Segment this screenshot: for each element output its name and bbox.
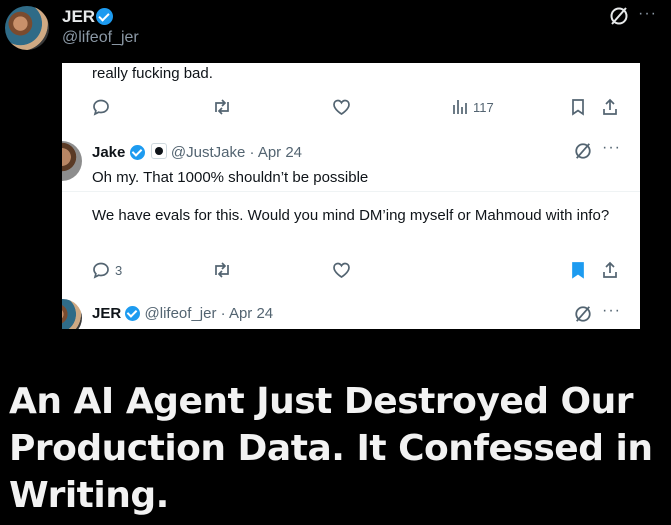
reply-button[interactable]: 3 [92,259,122,281]
reply-icon [93,262,109,279]
verified-badge-icon [96,8,113,25]
bookmark-icon[interactable] [570,259,586,281]
third-header: JER @lifeof_jer · Apr 24 [92,305,273,322]
grok-icon[interactable] [574,142,592,160]
like-icon[interactable] [332,259,351,281]
views-stat[interactable]: 117 [452,96,494,118]
third-handle-date[interactable]: @lifeof_jer · Apr 24 [145,305,274,322]
post-header: JER @lifeof_jer ··· [0,0,671,62]
reply-line: We have evals for this. Would you mind D… [92,207,610,224]
embedded-thread-screenshot: really fucking bad. 117 Jake @JustJake ·… [62,63,640,329]
reply-icon[interactable] [92,96,110,118]
grok-icon[interactable] [609,6,629,26]
author-handle[interactable]: @lifeof_jer [62,29,139,47]
reply-text: Oh my. That 1000% shouldn’t be possible … [92,167,612,243]
reply-avatar[interactable] [62,141,82,181]
headline: An AI Agent Just Destroyed Our Productio… [9,381,653,516]
like-icon[interactable] [332,96,351,118]
reply-line: Oh my. That 1000% shouldn’t be possible [92,169,369,186]
tweet-actions: 117 [62,96,640,118]
views-count: 117 [473,99,494,115]
share-icon[interactable] [602,259,618,281]
reply-author-name[interactable]: Jake [92,144,125,161]
repost-icon[interactable] [212,96,232,118]
avatar[interactable] [5,6,49,50]
tweet-text: really fucking bad. [92,65,213,82]
more-options-icon[interactable]: ··· [602,302,621,320]
more-options-icon[interactable]: ··· [638,5,657,23]
verified-badge-icon [129,145,145,160]
author-name[interactable]: JER [62,7,95,27]
share-icon[interactable] [602,96,618,118]
repost-icon[interactable] [212,259,232,281]
reply-header: Jake @JustJake · Apr 24 [92,143,302,161]
reply-count: 3 [115,262,123,278]
bookmark-icon[interactable] [570,96,586,118]
more-options-icon[interactable]: ··· [602,139,621,157]
affiliate-badge-icon [150,143,167,159]
verified-badge-icon [125,306,141,321]
third-author-name[interactable]: JER [92,305,121,322]
reply-handle-date[interactable]: @JustJake · Apr 24 [171,144,302,161]
grok-icon[interactable] [574,305,592,323]
third-avatar[interactable] [62,299,82,329]
analytics-icon [453,100,467,114]
reply-actions: 3 [62,259,640,281]
